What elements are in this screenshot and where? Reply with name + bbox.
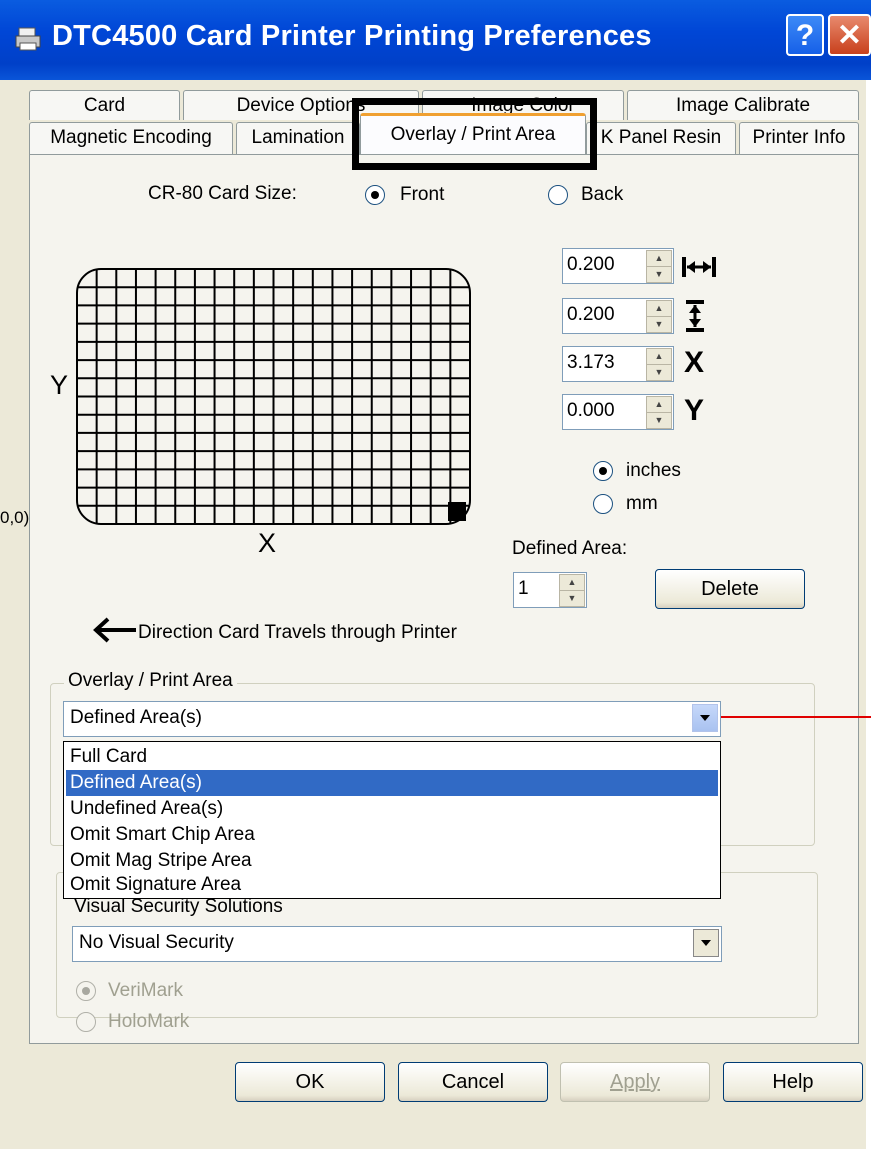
verimark-label[interactable]: VeriMark xyxy=(108,980,183,1002)
width-down-button[interactable]: ▼ xyxy=(646,266,672,283)
option-defined-areas[interactable]: Defined Area(s) xyxy=(66,770,718,796)
grid-x-label: X xyxy=(258,528,277,558)
security-group-legend: Visual Security Solutions xyxy=(70,896,287,918)
x-value[interactable]: 3.173 xyxy=(567,352,615,374)
security-select[interactable]: No Visual Security xyxy=(72,926,722,962)
overlay-group-legend: Overlay / Print Area xyxy=(64,670,237,692)
y-axis-icon: Y xyxy=(684,394,705,427)
height-down-button[interactable]: ▼ xyxy=(646,316,672,333)
option-omit-smart-chip[interactable]: Omit Smart Chip Area xyxy=(66,822,718,848)
selection-handle[interactable] xyxy=(448,502,466,521)
inches-radio[interactable] xyxy=(593,461,613,481)
option-full-card[interactable]: Full Card xyxy=(66,744,718,770)
verimark-radio[interactable] xyxy=(76,981,96,1001)
chevron-down-icon[interactable] xyxy=(693,929,719,957)
width-spinner[interactable]: 0.200 ▲ ▼ xyxy=(562,248,674,284)
width-value[interactable]: 0.200 xyxy=(567,254,615,276)
help-button[interactable]: Help xyxy=(723,1062,863,1102)
mm-radio[interactable] xyxy=(593,494,613,514)
y-up-button[interactable]: ▲ xyxy=(646,396,672,413)
defined-area-spinner[interactable]: 1 ▲ ▼ xyxy=(513,572,587,608)
card-size-label: CR-80 Card Size: xyxy=(148,183,297,204)
help-title-button[interactable]: ? xyxy=(786,14,824,56)
front-label[interactable]: Front xyxy=(400,184,444,206)
tab-card[interactable]: Card xyxy=(29,90,180,120)
close-button[interactable]: ✕ xyxy=(828,14,871,56)
defined-area-label: Defined Area: xyxy=(512,538,628,559)
height-arrows-icon xyxy=(686,300,704,332)
printer-icon xyxy=(15,27,41,51)
direction-text: Direction Card Travels through Printer xyxy=(138,622,457,643)
overlay-select[interactable]: Defined Area(s) xyxy=(63,701,721,737)
inches-label[interactable]: inches xyxy=(626,460,681,482)
defined-area-up-button[interactable]: ▲ xyxy=(559,574,585,591)
delete-button[interactable]: Delete xyxy=(655,569,805,609)
tab-magnetic-encoding[interactable]: Magnetic Encoding xyxy=(29,122,233,155)
tab-k-panel-resin[interactable]: K Panel Resin xyxy=(586,122,736,155)
tab-printer-info[interactable]: Printer Info xyxy=(739,122,859,155)
security-select-value: No Visual Security xyxy=(79,932,234,953)
grid-y-label: Y xyxy=(50,370,69,400)
defined-area-value[interactable]: 1 xyxy=(518,578,529,600)
front-radio[interactable] xyxy=(365,185,385,205)
x-spinner[interactable]: 3.173 ▲ ▼ xyxy=(562,346,674,382)
width-up-button[interactable]: ▲ xyxy=(646,250,672,267)
option-undefined-areas[interactable]: Undefined Area(s) xyxy=(66,796,718,822)
height-value[interactable]: 0.200 xyxy=(567,304,615,326)
left-arrow-icon xyxy=(93,617,136,643)
overlay-select-value: Defined Area(s) xyxy=(70,707,203,728)
width-arrows-icon xyxy=(682,257,716,277)
holomark-radio[interactable] xyxy=(76,1012,96,1032)
x-up-button[interactable]: ▲ xyxy=(646,348,672,365)
holomark-label[interactable]: HoloMark xyxy=(108,1011,189,1033)
tab-lamination[interactable]: Lamination xyxy=(236,122,360,155)
defined-area-down-button[interactable]: ▼ xyxy=(559,590,585,607)
window-title: DTC4500 Card Printer Printing Preference… xyxy=(52,20,652,52)
option-omit-mag-stripe[interactable]: Omit Mag Stripe Area xyxy=(66,848,718,874)
option-omit-signature[interactable]: Omit Signature Area xyxy=(66,872,718,898)
overlay-dropdown-list[interactable]: Full Card Defined Area(s) Undefined Area… xyxy=(63,741,721,899)
x-down-button[interactable]: ▼ xyxy=(646,364,672,381)
back-label[interactable]: Back xyxy=(581,184,623,206)
card-grid[interactable] xyxy=(76,268,471,526)
height-spinner[interactable]: 0.200 ▲ ▼ xyxy=(562,298,674,334)
ok-button[interactable]: OK xyxy=(235,1062,385,1102)
tab-highlight-box xyxy=(352,98,597,170)
chevron-down-icon[interactable] xyxy=(692,704,718,732)
grid-origin-label: 0,0) xyxy=(0,508,30,527)
height-up-button[interactable]: ▲ xyxy=(646,300,672,317)
back-radio[interactable] xyxy=(548,185,568,205)
tab-image-calibrate[interactable]: Image Calibrate xyxy=(627,90,859,120)
y-spinner[interactable]: 0.000 ▲ ▼ xyxy=(562,394,674,430)
cancel-button[interactable]: Cancel xyxy=(398,1062,548,1102)
apply-button[interactable]: Apply xyxy=(560,1062,710,1102)
y-value[interactable]: 0.000 xyxy=(567,400,615,422)
y-down-button[interactable]: ▼ xyxy=(646,412,672,429)
x-axis-icon: X xyxy=(684,346,705,379)
mm-label[interactable]: mm xyxy=(626,493,658,515)
callout-line xyxy=(721,716,871,718)
